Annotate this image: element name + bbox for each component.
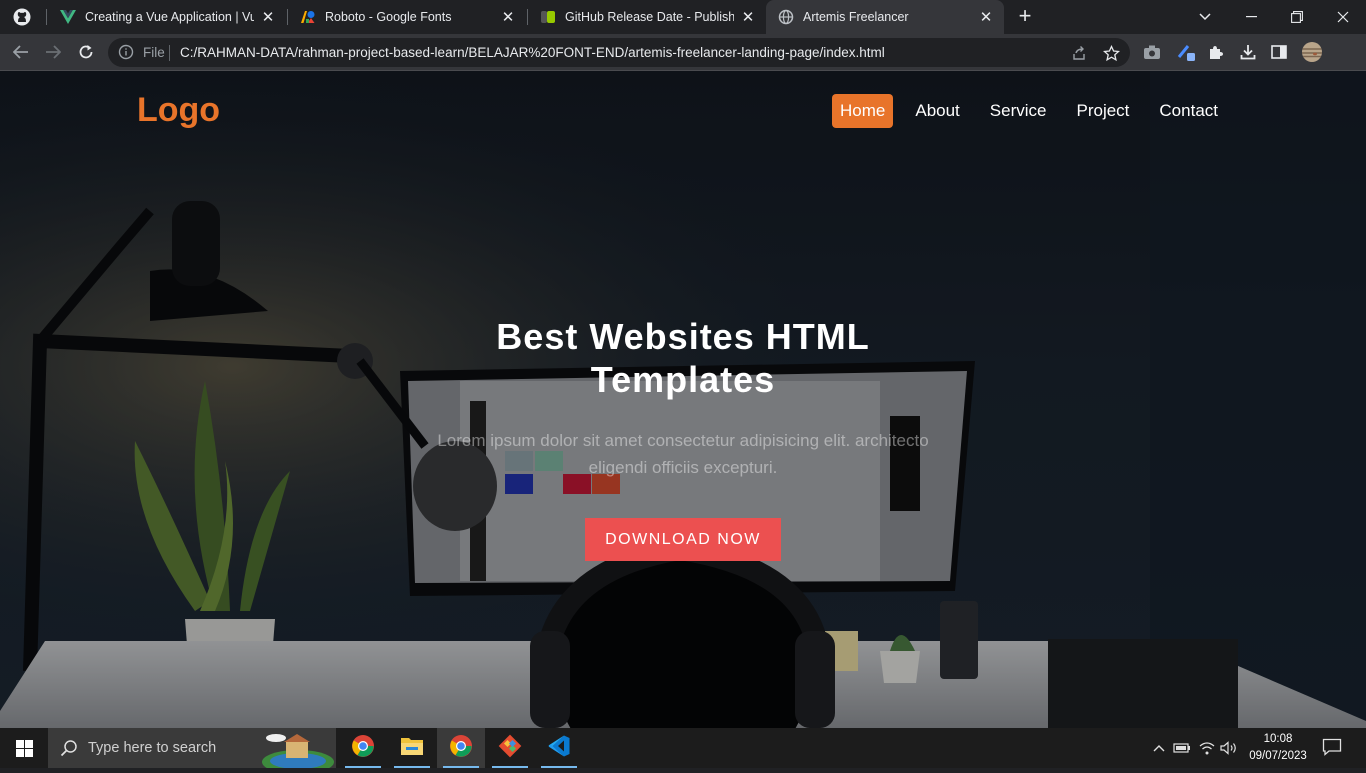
tab-title: Roboto - Google Fonts <box>325 10 452 24</box>
search-highlight-illustration <box>258 730 334 773</box>
new-tab-button[interactable]: + <box>1014 5 1036 28</box>
tab-github-release[interactable]: GitHub Release Date - Published ✕ <box>528 0 766 34</box>
tab-vue[interactable]: Creating a Vue Application | Vue.js ✕ <box>48 0 286 34</box>
profile-avatar[interactable] <box>1299 39 1325 65</box>
git-icon <box>498 734 522 763</box>
chrome-icon <box>449 734 473 763</box>
address-bar[interactable]: File C:/RAHMAN-DATA/rahman-project-based… <box>108 38 1130 67</box>
taskbar-clock[interactable]: 10:08 09/07/2023 <box>1240 731 1316 765</box>
forward-button[interactable] <box>40 39 66 65</box>
close-window-button[interactable] <box>1320 0 1366 34</box>
hero-subtitle: Lorem ipsum dolor sit amet consectetur a… <box>437 431 929 477</box>
taskbar-search-box[interactable]: Type here to search <box>48 728 336 773</box>
nav-contact[interactable]: Contact <box>1151 94 1226 128</box>
extensions-puzzle-icon[interactable] <box>1203 39 1229 65</box>
windows-start-icon[interactable] <box>0 728 48 768</box>
restore-button[interactable] <box>1274 0 1320 34</box>
search-icon <box>60 739 78 757</box>
nav-project[interactable]: Project <box>1068 94 1137 128</box>
notification-center-icon[interactable] <box>1322 738 1344 758</box>
taskbar-file-explorer[interactable] <box>388 728 436 768</box>
volume-icon[interactable] <box>1220 739 1238 757</box>
clock-time: 10:08 <box>1263 733 1293 745</box>
google-fonts-icon <box>300 9 316 25</box>
site-nav: Home About Service Project Contact <box>824 94 1226 128</box>
page-viewport: Logo Home About Service Project Contact … <box>0 71 1366 728</box>
github-icon[interactable] <box>12 7 32 27</box>
screenshot-extension-icon[interactable] <box>1139 39 1165 65</box>
search-placeholder: Type here to search <box>88 740 217 756</box>
taskbar-chrome[interactable] <box>339 728 387 768</box>
chevron-up-icon[interactable] <box>1150 739 1168 757</box>
taskbar-vscode[interactable] <box>535 728 583 768</box>
tab-strip: Creating a Vue Application | Vue.js ✕ Ro… <box>0 0 1366 34</box>
minimize-button[interactable] <box>1228 0 1274 34</box>
battery-icon[interactable] <box>1173 739 1191 757</box>
download-now-button[interactable]: DOWNLOAD NOW <box>585 518 781 561</box>
bookmark-star-icon[interactable] <box>1102 44 1120 62</box>
side-panel-icon[interactable] <box>1266 39 1292 65</box>
share-icon[interactable] <box>1070 44 1088 62</box>
tab-search-icon[interactable] <box>1182 0 1228 34</box>
taskbar-git[interactable] <box>486 728 534 768</box>
hero-title: Best Websites HTML Templates <box>496 316 870 400</box>
tab-google-fonts[interactable]: Roboto - Google Fonts ✕ <box>288 0 526 34</box>
file-explorer-icon <box>400 735 424 762</box>
close-icon[interactable]: ✕ <box>500 9 516 26</box>
browser-toolbar: File C:/RAHMAN-DATA/rahman-project-based… <box>0 34 1366 71</box>
tab-artemis[interactable]: Artemis Freelancer ✕ <box>766 0 1004 34</box>
windows-taskbar: Type here to search 10:08 09/07/2023 <box>0 728 1366 773</box>
nav-home[interactable]: Home <box>832 94 894 128</box>
taskbar-chrome-active[interactable] <box>437 728 485 768</box>
tab-title: Creating a Vue Application | Vue.js <box>85 10 254 24</box>
close-icon[interactable]: ✕ <box>740 9 756 26</box>
scheme-label: File <box>143 45 165 60</box>
nav-about[interactable]: About <box>907 94 967 128</box>
wifi-icon[interactable] <box>1198 739 1216 757</box>
close-icon[interactable]: ✕ <box>260 9 276 26</box>
color-picker-extension-icon[interactable] <box>1173 39 1199 65</box>
globe-icon <box>778 9 794 25</box>
chrome-icon <box>351 734 375 763</box>
tab-title: GitHub Release Date - Published <box>565 10 734 24</box>
site-logo[interactable]: Logo <box>137 91 220 130</box>
vscode-icon <box>547 734 571 763</box>
shields-icon <box>540 9 556 25</box>
nav-service[interactable]: Service <box>982 94 1055 128</box>
clock-date: 09/07/2023 <box>1249 750 1307 762</box>
reload-button[interactable] <box>73 39 99 65</box>
download-icon[interactable] <box>1235 39 1261 65</box>
close-icon[interactable]: ✕ <box>978 9 994 26</box>
url-text[interactable]: C:/RAHMAN-DATA/rahman-project-based-lear… <box>180 45 885 60</box>
tab-title: Artemis Freelancer <box>803 10 909 24</box>
back-button[interactable] <box>8 39 34 65</box>
info-icon[interactable] <box>118 44 134 60</box>
vue-icon <box>60 9 76 25</box>
